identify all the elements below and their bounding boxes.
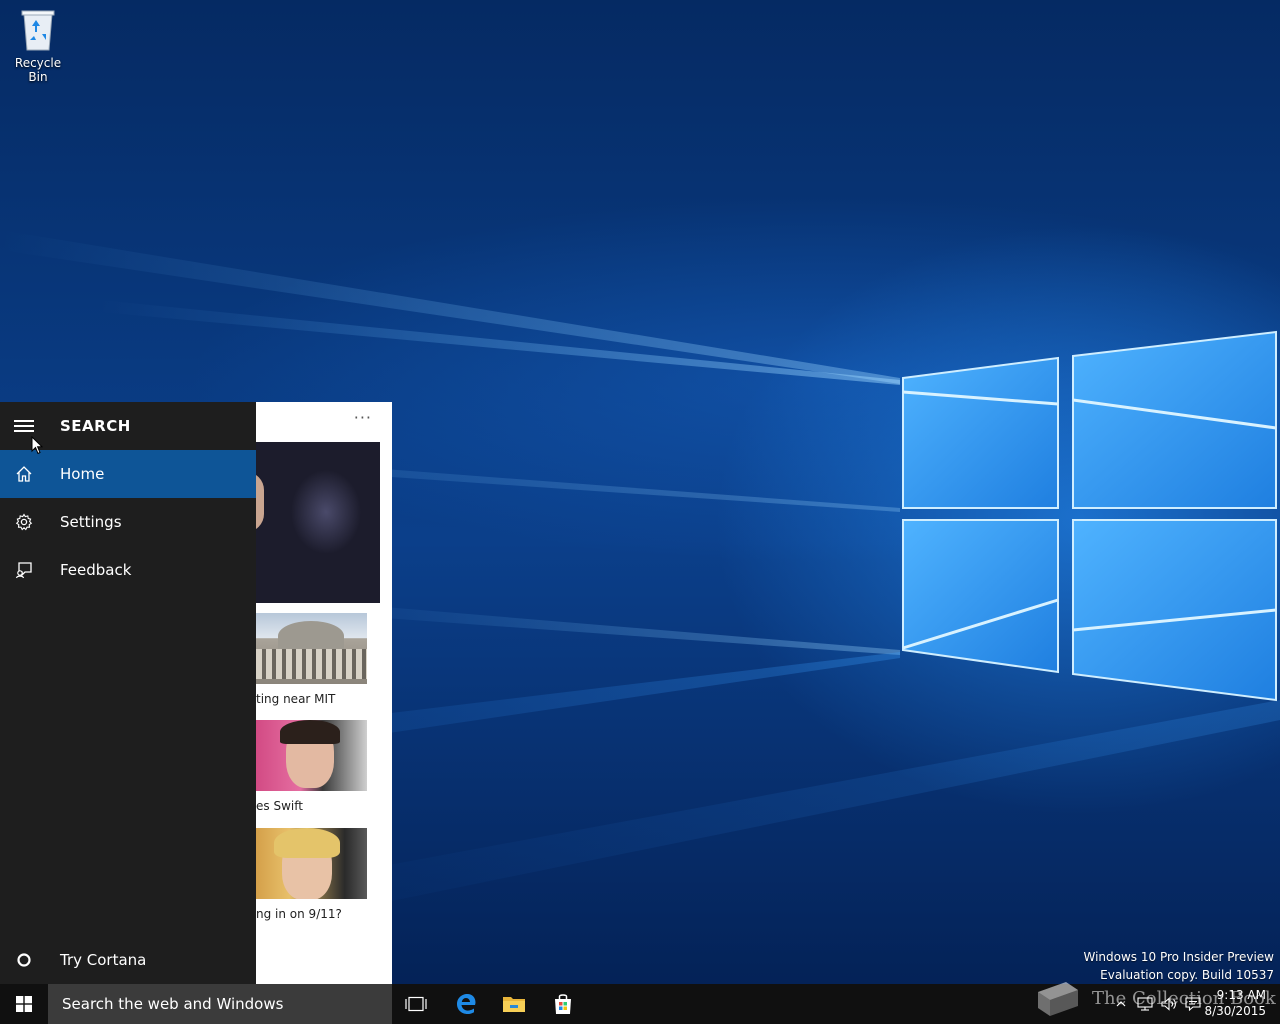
store-icon <box>555 994 571 1014</box>
nav-item-settings[interactable]: Settings <box>0 498 256 546</box>
news-thumbnail-portrait[interactable] <box>256 828 367 899</box>
show-hidden-icons-button[interactable] <box>1110 984 1132 1024</box>
nav-item-feedback[interactable]: Feedback <box>0 546 256 594</box>
clock-date: 8/30/2015 <box>1204 1004 1266 1018</box>
search-flyout-content: ··· ting near MIT es Swift ng in on 9/11… <box>256 402 392 984</box>
search-input[interactable] <box>60 994 384 1014</box>
watermark-line-2: Evaluation copy. Build 10537 <box>1100 968 1274 982</box>
more-options-button[interactable]: ··· <box>354 408 372 427</box>
mouse-cursor-icon <box>31 436 43 455</box>
hamburger-icon <box>14 419 34 433</box>
search-flyout-nav: SEARCH Home Settings Feedback Try Cortan… <box>0 402 256 984</box>
nav-item-label: Feedback <box>60 561 132 579</box>
file-explorer-icon <box>503 997 525 1012</box>
news-caption[interactable]: ting near MIT <box>256 692 335 706</box>
feedback-icon <box>0 546 48 594</box>
try-cortana-label: Try Cortana <box>60 951 147 969</box>
task-view-button[interactable] <box>392 984 440 1024</box>
action-center-button[interactable] <box>1182 984 1204 1024</box>
task-view-icon <box>405 996 427 1012</box>
chevron-up-icon <box>1116 1001 1126 1007</box>
file-explorer-button[interactable] <box>490 984 538 1024</box>
edge-icon <box>457 994 476 1014</box>
nav-item-label: Settings <box>60 513 122 531</box>
watermark-line-1: Windows 10 Pro Insider Preview <box>1083 950 1274 964</box>
recycle-bin-label: Recycle Bin <box>14 56 62 84</box>
gear-icon <box>0 498 48 546</box>
edge-button[interactable] <box>442 984 490 1024</box>
clock-time: 9:13 AM <box>1216 988 1266 1002</box>
store-button[interactable] <box>539 984 587 1024</box>
news-caption[interactable]: ng in on 9/11? <box>256 907 342 921</box>
taskbar: The Collection Book 9:13 AM 8/30/2015 <box>0 982 1280 1024</box>
action-center-icon <box>1185 997 1201 1011</box>
recycle-bin-icon <box>21 10 55 51</box>
volume-button[interactable] <box>1158 984 1180 1024</box>
taskbar-clock[interactable]: 9:13 AM 8/30/2015 <box>1204 987 1266 1019</box>
evaluation-watermark: Windows 10 Pro Insider Preview Evaluatio… <box>1083 948 1274 984</box>
start-button[interactable] <box>0 984 48 1024</box>
news-thumbnail-swift[interactable] <box>256 720 367 791</box>
book-logo-icon <box>1038 982 1078 1016</box>
network-icon <box>1137 997 1153 1011</box>
cortana-circle-icon <box>0 936 48 984</box>
windows-start-icon <box>16 996 32 1012</box>
news-hero-image[interactable] <box>256 442 380 603</box>
recycle-bin-shortcut[interactable]: Recycle Bin <box>4 6 72 84</box>
taskbar-search-box[interactable] <box>48 984 392 1024</box>
search-flyout-title: SEARCH <box>60 417 131 435</box>
news-caption[interactable]: es Swift <box>256 799 303 813</box>
network-button[interactable] <box>1134 984 1156 1024</box>
news-thumbnail-mit[interactable] <box>256 613 367 684</box>
nav-item-label: Home <box>60 465 105 483</box>
home-icon <box>0 450 48 498</box>
try-cortana-button[interactable]: Try Cortana <box>0 936 256 984</box>
volume-icon <box>1161 997 1176 1011</box>
nav-item-home[interactable]: Home <box>0 450 256 498</box>
